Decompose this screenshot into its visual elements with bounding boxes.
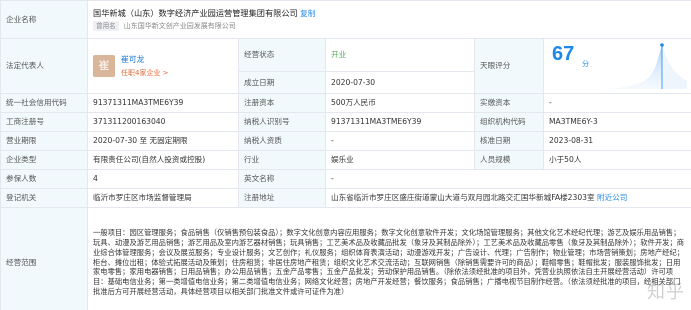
company-info-table: 企业名称 国华新城（山东）数字经济产业园运营管理集团有限公司 复制 曾用名 山东… [0,0,691,310]
industry-label: 行业 [238,150,326,170]
taxpayer-qual-label: 纳税人资质 [238,131,326,151]
used-name-tag: 曾用名 [93,21,119,31]
legal-rep-companies-link[interactable]: 任职4家企业 > [121,68,169,78]
insured-value: 4 [87,169,239,189]
authority-label: 登记机关 [0,188,88,208]
rating-unit: 分 [582,60,589,68]
staff-scale-label: 人员规模 [474,150,544,170]
watermark: 知乎 [647,282,685,302]
english-name-value: - [324,169,691,189]
company-name: 国华新城（山东）数字经济产业园运营管理集团有限公司 [93,8,298,18]
approval-date-label: 核准日期 [474,131,544,151]
approval-date-value: 2023-08-31 [542,131,691,151]
legal-rep-name-link[interactable]: 崔可龙 [121,55,169,65]
nearby-companies-link[interactable]: 附近公司 [597,193,627,202]
used-name-value: 山东国华新文创产业园发展有限公司 [123,22,236,30]
address-label: 注册地址 [238,188,326,208]
ucc-label: 统一社会信用代码 [0,93,88,113]
rating-score: 67 [552,43,575,65]
legal-rep-cell: 崔 崔可龙 任职4家企业 > [87,38,239,94]
taxpayer-id-label: 纳税人识别号 [238,112,326,132]
status-value: 开业 [325,38,475,72]
status-label: 经营状态 [238,38,326,72]
ucc-value: 91371311MA3TME6Y39 [87,93,239,113]
rating-curve-chart [599,43,687,89]
found-date-value: 2020-07-30 [325,71,475,94]
taxpayer-qual-value: - [325,131,475,151]
reg-no-value: 371311200163040 [87,112,239,132]
company-type-label: 企业类型 [0,150,88,170]
reg-capital-value: 500万人民币 [325,93,475,113]
legal-rep-label: 法定代表人 [0,38,88,94]
company-type-value: 有限责任公司(自然人投资或控股) [87,150,239,170]
insured-label: 参保人数 [0,169,88,189]
term-label: 营业期限 [0,131,88,151]
rating-curve-tail [662,45,687,89]
paid-capital-value: - [542,93,691,113]
term-value: 2020-07-30 至 无固定期限 [87,131,239,151]
paid-capital-label: 实缴资本 [474,93,544,113]
company-name-label: 企业名称 [0,0,88,39]
address-cell: 山东省临沂市罗庄区盛庄街道蒙山大道与双月园北路交汇国华新城FA楼2303室 附近… [324,188,691,208]
found-date-label: 成立日期 [238,71,326,94]
copy-button[interactable]: 复制 [300,9,315,18]
reg-no-label: 工商注册号 [0,112,88,132]
rating-cell[interactable]: 67 分 [542,38,691,94]
scope-value: 一般项目：园区管理服务；食品销售（仅销售预包装食品）；数字文化创意内容应用服务；… [86,207,691,310]
org-code-label: 组织机构代码 [474,112,544,132]
avatar: 崔 [93,55,115,77]
english-name-label: 英文名称 [238,169,326,189]
reg-capital-label: 注册资本 [238,93,326,113]
authority-value: 临沂市罗庄区市场监督管理局 [87,188,239,208]
taxpayer-id-value: 91371311MA3TME6Y39 [325,112,475,132]
rating-label: 天眼评分 [474,38,544,94]
rating-marker-dot [660,43,664,47]
company-name-cell: 国华新城（山东）数字经济产业园运营管理集团有限公司 复制 曾用名 山东国华新文创… [86,0,691,39]
scope-label: 经营范围 [0,207,88,310]
address-value: 山东省临沂市罗庄区盛庄街道蒙山大道与双月园北路交汇国华新城FA楼2303室 [331,193,595,202]
rating-curve-area [599,45,662,89]
staff-scale-value: 小于50人 [542,150,691,170]
org-code-value: MA3TME6Y-3 [542,112,691,132]
industry-value: 娱乐业 [325,150,475,170]
